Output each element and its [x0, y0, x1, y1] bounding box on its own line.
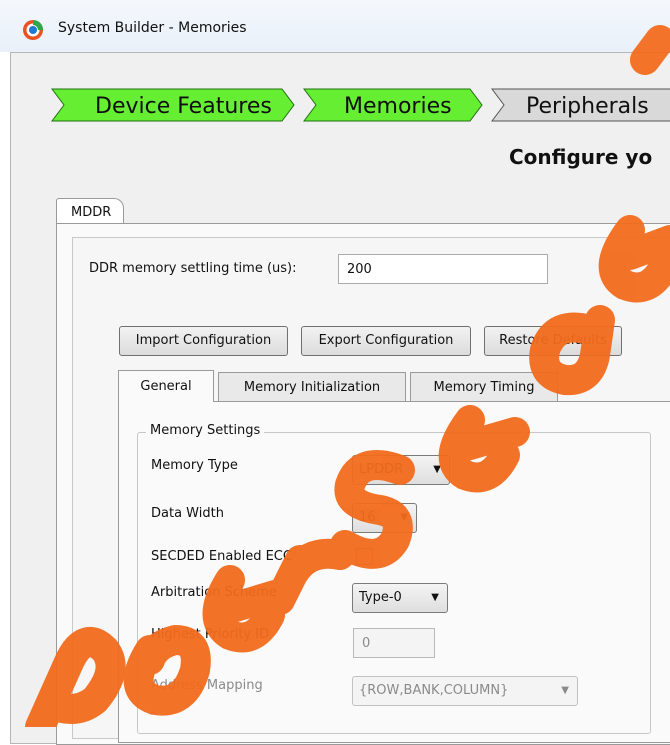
- address-mapping-value: {ROW,BANK,COLUMN}: [359, 683, 509, 698]
- restore-defaults-button[interactable]: Restore Defaults: [484, 326, 622, 356]
- highest-priority-id-label: Highest Priority ID: [151, 627, 270, 642]
- data-width-select[interactable]: 16 ▼: [352, 503, 417, 533]
- wizard-step-label: Peripherals: [526, 94, 649, 119]
- wizard-step-label: Device Features: [95, 94, 272, 119]
- window-title: System Builder - Memories: [58, 20, 247, 36]
- memory-type-select[interactable]: LPDDR ▼: [352, 455, 450, 485]
- chevron-down-icon: ▼: [433, 464, 441, 475]
- export-configuration-button[interactable]: Export Configuration: [301, 326, 471, 356]
- arbitration-scheme-label: Arbitration Scheme: [151, 585, 277, 600]
- import-configuration-button[interactable]: Import Configuration: [119, 326, 288, 356]
- chevron-down-icon: ▼: [431, 592, 439, 603]
- arbitration-scheme-select[interactable]: Type-0 ▼: [352, 583, 448, 613]
- arbitration-scheme-value: Type-0: [359, 590, 402, 605]
- settling-time-label: DDR memory settling time (us):: [89, 261, 297, 276]
- chevron-down-icon: ▼: [561, 685, 569, 696]
- tab-general[interactable]: General: [118, 370, 214, 402]
- tab-memory-timing[interactable]: Memory Timing: [410, 372, 558, 402]
- title-bar: System Builder - Memories: [0, 0, 670, 52]
- wizard-step-device-features[interactable]: Device Features: [51, 88, 295, 122]
- page-heading: Configure yo: [509, 145, 653, 169]
- tab-mddr[interactable]: MDDR: [56, 198, 124, 225]
- memory-type-value: LPDDR: [359, 462, 404, 477]
- settling-time-input[interactable]: 200: [338, 254, 548, 284]
- address-mapping-label: Address Mapping: [151, 678, 263, 693]
- chevron-down-icon: ▼: [400, 512, 408, 523]
- wizard-step-label: Memories: [344, 94, 452, 119]
- wizard-step-peripherals[interactable]: Peripherals: [491, 88, 670, 122]
- app-icon: [23, 20, 43, 40]
- tab-label: MDDR: [71, 205, 112, 220]
- memory-settings-title: Memory Settings: [146, 423, 265, 438]
- wizard-steps: Device Features Memories Peripherals: [51, 88, 670, 122]
- wizard-step-memories[interactable]: Memories: [303, 88, 483, 122]
- secded-label: SECDED Enabled ECC: [151, 549, 292, 564]
- data-width-label: Data Width: [151, 506, 224, 521]
- highest-priority-id-input[interactable]: 0: [353, 628, 435, 658]
- memory-type-label: Memory Type: [151, 458, 238, 473]
- data-width-value: 16: [359, 510, 376, 525]
- tab-memory-initialization[interactable]: Memory Initialization: [218, 372, 406, 402]
- secded-checkbox[interactable]: [356, 548, 373, 565]
- address-mapping-select[interactable]: {ROW,BANK,COLUMN} ▼: [352, 676, 578, 706]
